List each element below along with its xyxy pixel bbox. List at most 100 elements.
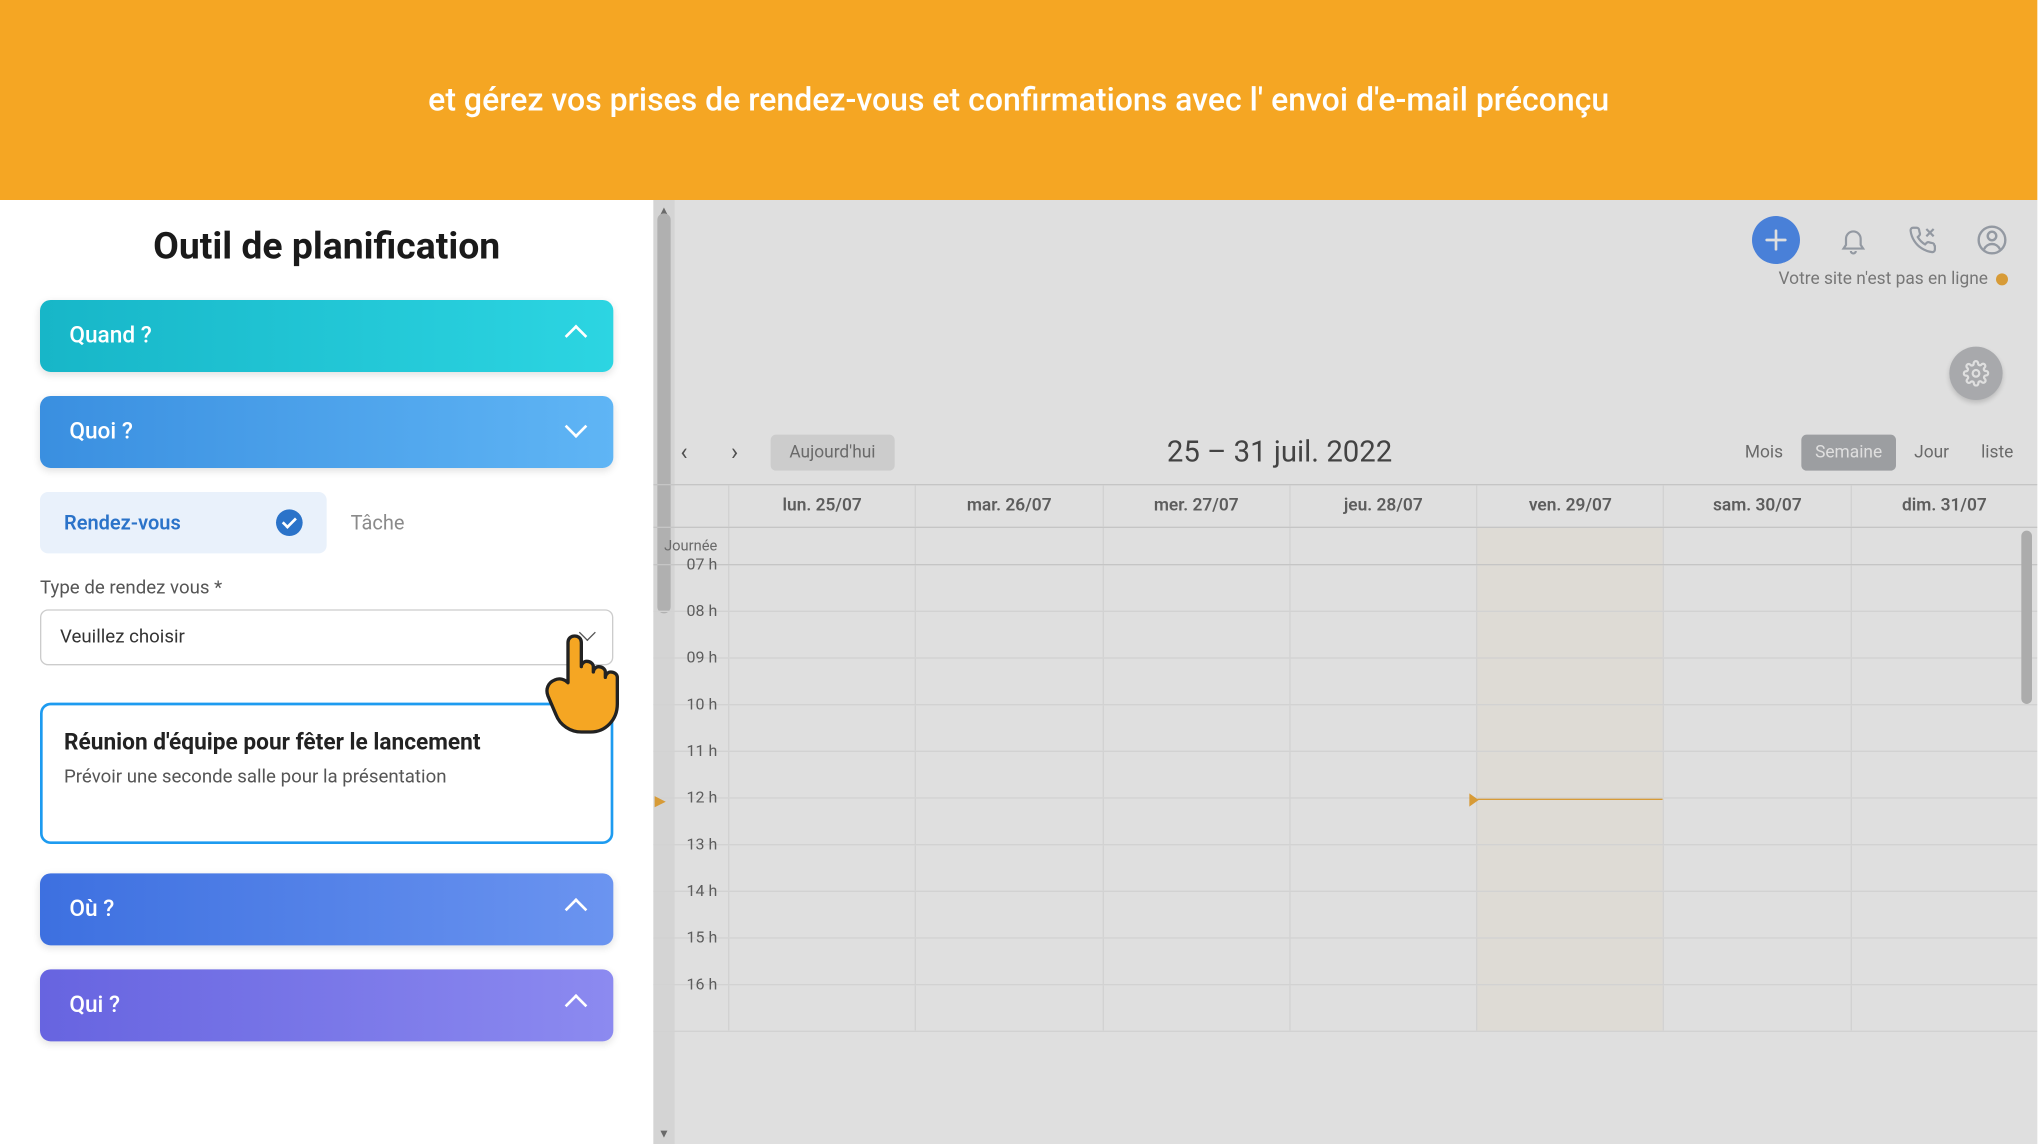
time-slot[interactable]	[1476, 985, 1663, 1030]
prev-week-button[interactable]: ‹	[669, 438, 698, 467]
time-slot[interactable]	[915, 565, 1102, 610]
time-slot[interactable]	[1663, 845, 1850, 890]
time-slot[interactable]	[1476, 845, 1663, 890]
time-slot[interactable]	[1476, 705, 1663, 750]
time-slot[interactable]	[1289, 752, 1476, 797]
time-slot[interactable]	[1102, 939, 1289, 984]
time-slot[interactable]	[1476, 892, 1663, 937]
time-slot[interactable]	[1663, 752, 1850, 797]
view-day[interactable]: Jour	[1901, 435, 1963, 471]
time-slot[interactable]	[1850, 799, 2037, 844]
time-slot[interactable]	[1289, 892, 1476, 937]
time-slot[interactable]	[1850, 565, 2037, 610]
section-ou[interactable]: Où ?	[40, 873, 613, 945]
time-slot[interactable]	[1289, 845, 1476, 890]
time-slot[interactable]	[1476, 752, 1663, 797]
time-slot[interactable]	[1850, 612, 2037, 657]
time-slot[interactable]	[1663, 939, 1850, 984]
time-slot[interactable]	[1850, 752, 2037, 797]
view-month[interactable]: Mois	[1732, 435, 1797, 471]
time-slot[interactable]	[728, 845, 915, 890]
time-slot[interactable]	[1102, 892, 1289, 937]
time-slot[interactable]	[1663, 985, 1850, 1030]
time-slot[interactable]	[915, 612, 1102, 657]
time-slot[interactable]	[1476, 799, 1663, 844]
time-slot[interactable]	[1289, 612, 1476, 657]
time-slot[interactable]	[728, 565, 915, 610]
time-slot[interactable]	[1289, 565, 1476, 610]
allday-cell[interactable]	[1850, 528, 2037, 564]
time-slot[interactable]	[728, 705, 915, 750]
time-slot[interactable]	[728, 752, 915, 797]
time-slot[interactable]	[1850, 985, 2037, 1030]
view-list[interactable]: liste	[1968, 435, 2027, 471]
section-quoi[interactable]: Quoi ?	[40, 396, 613, 468]
time-slot[interactable]	[728, 985, 915, 1030]
time-slot[interactable]	[728, 659, 915, 704]
time-slot[interactable]	[1102, 985, 1289, 1030]
time-slot[interactable]	[1476, 659, 1663, 704]
appointment-note-card[interactable]: Réunion d'équipe pour fêter le lancement…	[40, 703, 613, 844]
time-slot[interactable]	[1663, 612, 1850, 657]
time-slot[interactable]	[1102, 565, 1289, 610]
allday-cell[interactable]	[1663, 528, 1850, 564]
time-slot[interactable]	[1102, 612, 1289, 657]
time-slot[interactable]	[1663, 892, 1850, 937]
allday-cell[interactable]	[915, 528, 1102, 564]
calendar-settings-button[interactable]	[1949, 347, 2002, 400]
time-slot[interactable]	[1850, 705, 2037, 750]
time-slot[interactable]	[915, 892, 1102, 937]
time-slot[interactable]	[1663, 705, 1850, 750]
time-slot[interactable]	[1850, 845, 2037, 890]
banner-text: et gérez vos prises de rendez-vous et co…	[428, 81, 1609, 118]
time-slot[interactable]	[1663, 565, 1850, 610]
allday-cell[interactable]	[728, 528, 915, 564]
time-slot[interactable]	[1289, 799, 1476, 844]
time-slot[interactable]	[728, 939, 915, 984]
time-slot[interactable]	[1850, 659, 2037, 704]
allday-cell[interactable]	[1102, 528, 1289, 564]
bell-icon[interactable]	[1837, 224, 1869, 256]
add-button[interactable]	[1752, 216, 1800, 264]
time-slot[interactable]	[1102, 845, 1289, 890]
calendar-scrollbar[interactable]	[2019, 531, 2035, 1131]
section-qui[interactable]: Qui ?	[40, 969, 613, 1041]
user-icon[interactable]	[1976, 224, 2008, 256]
section-quand[interactable]: Quand ?	[40, 300, 613, 372]
rdv-type-select[interactable]: Veuillez choisir	[40, 609, 613, 665]
time-slot[interactable]	[1289, 939, 1476, 984]
time-slot[interactable]	[728, 612, 915, 657]
time-slot[interactable]	[1102, 799, 1289, 844]
time-slot[interactable]	[1663, 799, 1850, 844]
time-slot[interactable]	[1289, 659, 1476, 704]
time-slot[interactable]	[1476, 565, 1663, 610]
time-slot[interactable]	[1102, 705, 1289, 750]
time-slot[interactable]	[1289, 985, 1476, 1030]
phone-icon[interactable]	[1907, 224, 1939, 256]
time-slot[interactable]	[1476, 939, 1663, 984]
time-slot[interactable]	[915, 659, 1102, 704]
time-slot[interactable]: ▶	[728, 799, 915, 844]
type-tache[interactable]: Tâche	[327, 492, 614, 553]
time-slot[interactable]	[728, 892, 915, 937]
type-rendezvous[interactable]: Rendez-vous	[40, 492, 327, 553]
time-slot[interactable]	[1476, 612, 1663, 657]
view-week[interactable]: Semaine	[1802, 435, 1896, 471]
time-slot[interactable]	[915, 705, 1102, 750]
scroll-thumb[interactable]	[2021, 531, 2032, 704]
time-slot[interactable]	[1663, 659, 1850, 704]
allday-cell[interactable]	[1476, 528, 1663, 564]
time-slot[interactable]	[1102, 752, 1289, 797]
time-slot[interactable]	[915, 939, 1102, 984]
time-slot[interactable]	[1289, 705, 1476, 750]
time-slot[interactable]	[1102, 659, 1289, 704]
time-slot[interactable]	[1850, 939, 2037, 984]
time-slot[interactable]	[1850, 892, 2037, 937]
day-header: ven. 29/07	[1476, 485, 1663, 526]
time-slot[interactable]	[915, 985, 1102, 1030]
time-slot[interactable]	[915, 845, 1102, 890]
next-week-button[interactable]: ›	[720, 438, 749, 467]
allday-cell[interactable]	[1289, 528, 1476, 564]
time-slot[interactable]	[915, 752, 1102, 797]
time-slot[interactable]	[915, 799, 1102, 844]
